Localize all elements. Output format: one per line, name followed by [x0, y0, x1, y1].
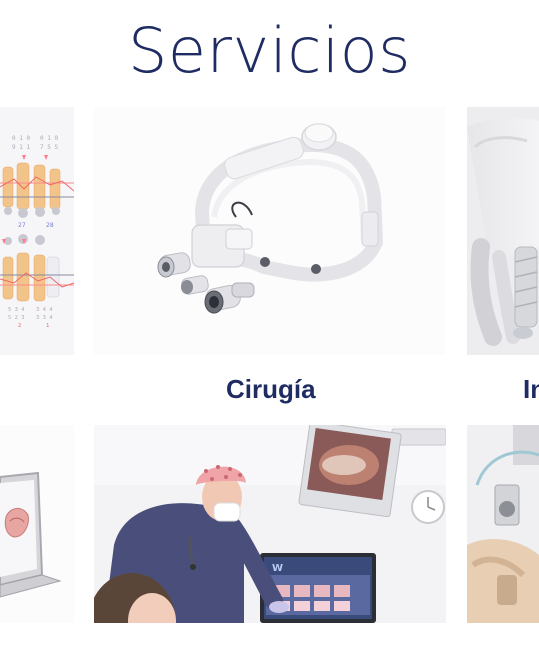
svg-text:1: 1	[46, 323, 49, 329]
laptop-digital-scan-icon	[0, 425, 74, 623]
svg-text:0 1 0: 0 1 0	[40, 135, 58, 142]
service-card-cirugia[interactable]	[94, 107, 446, 355]
service-card-equipamiento[interactable]	[467, 425, 539, 623]
service-label-implantes[interactable]: In	[523, 374, 539, 405]
page-title: Servicios	[128, 14, 411, 87]
svg-text:5 2 3: 5 2 3	[8, 315, 25, 321]
svg-text:W: W	[272, 563, 283, 574]
svg-text:2: 2	[18, 323, 21, 329]
svg-text:5 3 4: 5 3 4	[8, 307, 25, 313]
svg-text:28: 28	[46, 222, 54, 229]
surgical-loupes-headlight-icon	[94, 107, 446, 355]
svg-text:9 1 1: 9 1 1	[12, 144, 30, 151]
svg-text:3 3 4: 3 3 4	[36, 315, 53, 321]
svg-text:0 1 0: 0 1 0	[12, 135, 30, 142]
dentist-at-monitor-photo-icon: W	[94, 425, 446, 623]
service-card-digital[interactable]	[0, 425, 74, 623]
dental-chair-equipment-icon	[467, 425, 539, 623]
service-label-cirugia[interactable]: Cirugía	[226, 374, 316, 405]
svg-text:27: 27	[18, 222, 26, 229]
service-card-consulta[interactable]: W	[94, 425, 446, 623]
svg-text:7 5 5: 7 5 5	[40, 144, 58, 151]
periodontogram-chart-icon: 0 1 0 0 1 0 9 1 1 7 5 5 27 28 5 3 4 3 4 4 5…	[0, 107, 74, 355]
service-card-periodontics[interactable]: 0 1 0 0 1 0 9 1 1 7 5 5 27 28 5 3 4 3 4 4 5…	[0, 107, 74, 355]
service-card-implantes[interactable]	[467, 107, 539, 355]
dental-implant-tooth-icon	[467, 107, 539, 355]
svg-text:3 4 4: 3 4 4	[36, 307, 53, 313]
